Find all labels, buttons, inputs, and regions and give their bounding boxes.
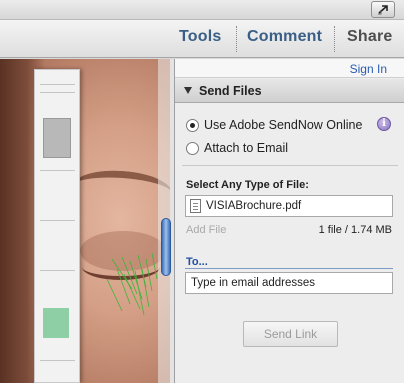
strip-rule <box>40 170 75 171</box>
strip-rule <box>40 220 75 221</box>
info-icon[interactable]: i <box>377 117 391 131</box>
tab-share[interactable]: Share <box>347 28 392 46</box>
tab-tools[interactable]: Tools <box>179 28 221 46</box>
brochure-page-strip <box>34 69 80 383</box>
option-sendnow-label: Use Adobe SendNow Online <box>204 118 363 132</box>
send-files-header[interactable]: Send Files <box>175 79 404 103</box>
add-file-link[interactable]: Add File <box>186 224 226 236</box>
to-underline <box>185 268 393 269</box>
strip-green-block <box>43 308 69 338</box>
email-input[interactable] <box>185 272 393 294</box>
document-view[interactable] <box>0 59 170 383</box>
sign-in-link[interactable]: Sign In <box>350 62 387 76</box>
file-list[interactable]: VISIABrochure.pdf <box>185 195 393 217</box>
divider <box>182 165 398 166</box>
window-top-strip <box>0 0 404 20</box>
file-name: VISIABrochure.pdf <box>206 200 302 212</box>
strip-rule <box>40 360 75 361</box>
strip-rule <box>40 270 75 271</box>
toolbar-separator <box>334 26 335 52</box>
panel-title: Send Files <box>199 84 262 98</box>
photo-eyebrow <box>70 167 170 213</box>
file-count: 1 file / 1.74 MB <box>318 224 392 236</box>
triangle-down-icon[interactable] <box>184 87 192 94</box>
pdf-file-icon <box>190 199 201 213</box>
toolbar: Tools Comment Share <box>0 20 404 58</box>
strip-rule <box>40 84 75 85</box>
send-link-button[interactable]: Send Link <box>243 321 338 347</box>
scrollbar-thumb[interactable] <box>161 218 171 276</box>
radio-attach-email[interactable] <box>186 141 199 155</box>
option-sendnow[interactable]: Use Adobe SendNow Online <box>186 118 362 132</box>
to-label: To... <box>186 256 208 268</box>
strip-thumbnail <box>43 118 71 158</box>
option-attach-email[interactable]: Attach to Email <box>186 141 288 155</box>
signin-row: Sign In <box>175 59 404 78</box>
photo-analysis-overlay <box>106 252 158 316</box>
strip-rule <box>40 92 75 93</box>
radio-sendnow[interactable] <box>186 118 199 132</box>
tab-comment[interactable]: Comment <box>247 28 322 46</box>
select-file-label: Select Any Type of File: <box>186 179 309 191</box>
resize-arrow-icon[interactable] <box>371 1 395 18</box>
share-pane: Sign In Send Files Use Adobe SendNow Onl… <box>174 59 404 383</box>
option-attach-label: Attach to Email <box>204 141 289 155</box>
toolbar-separator <box>236 26 237 52</box>
